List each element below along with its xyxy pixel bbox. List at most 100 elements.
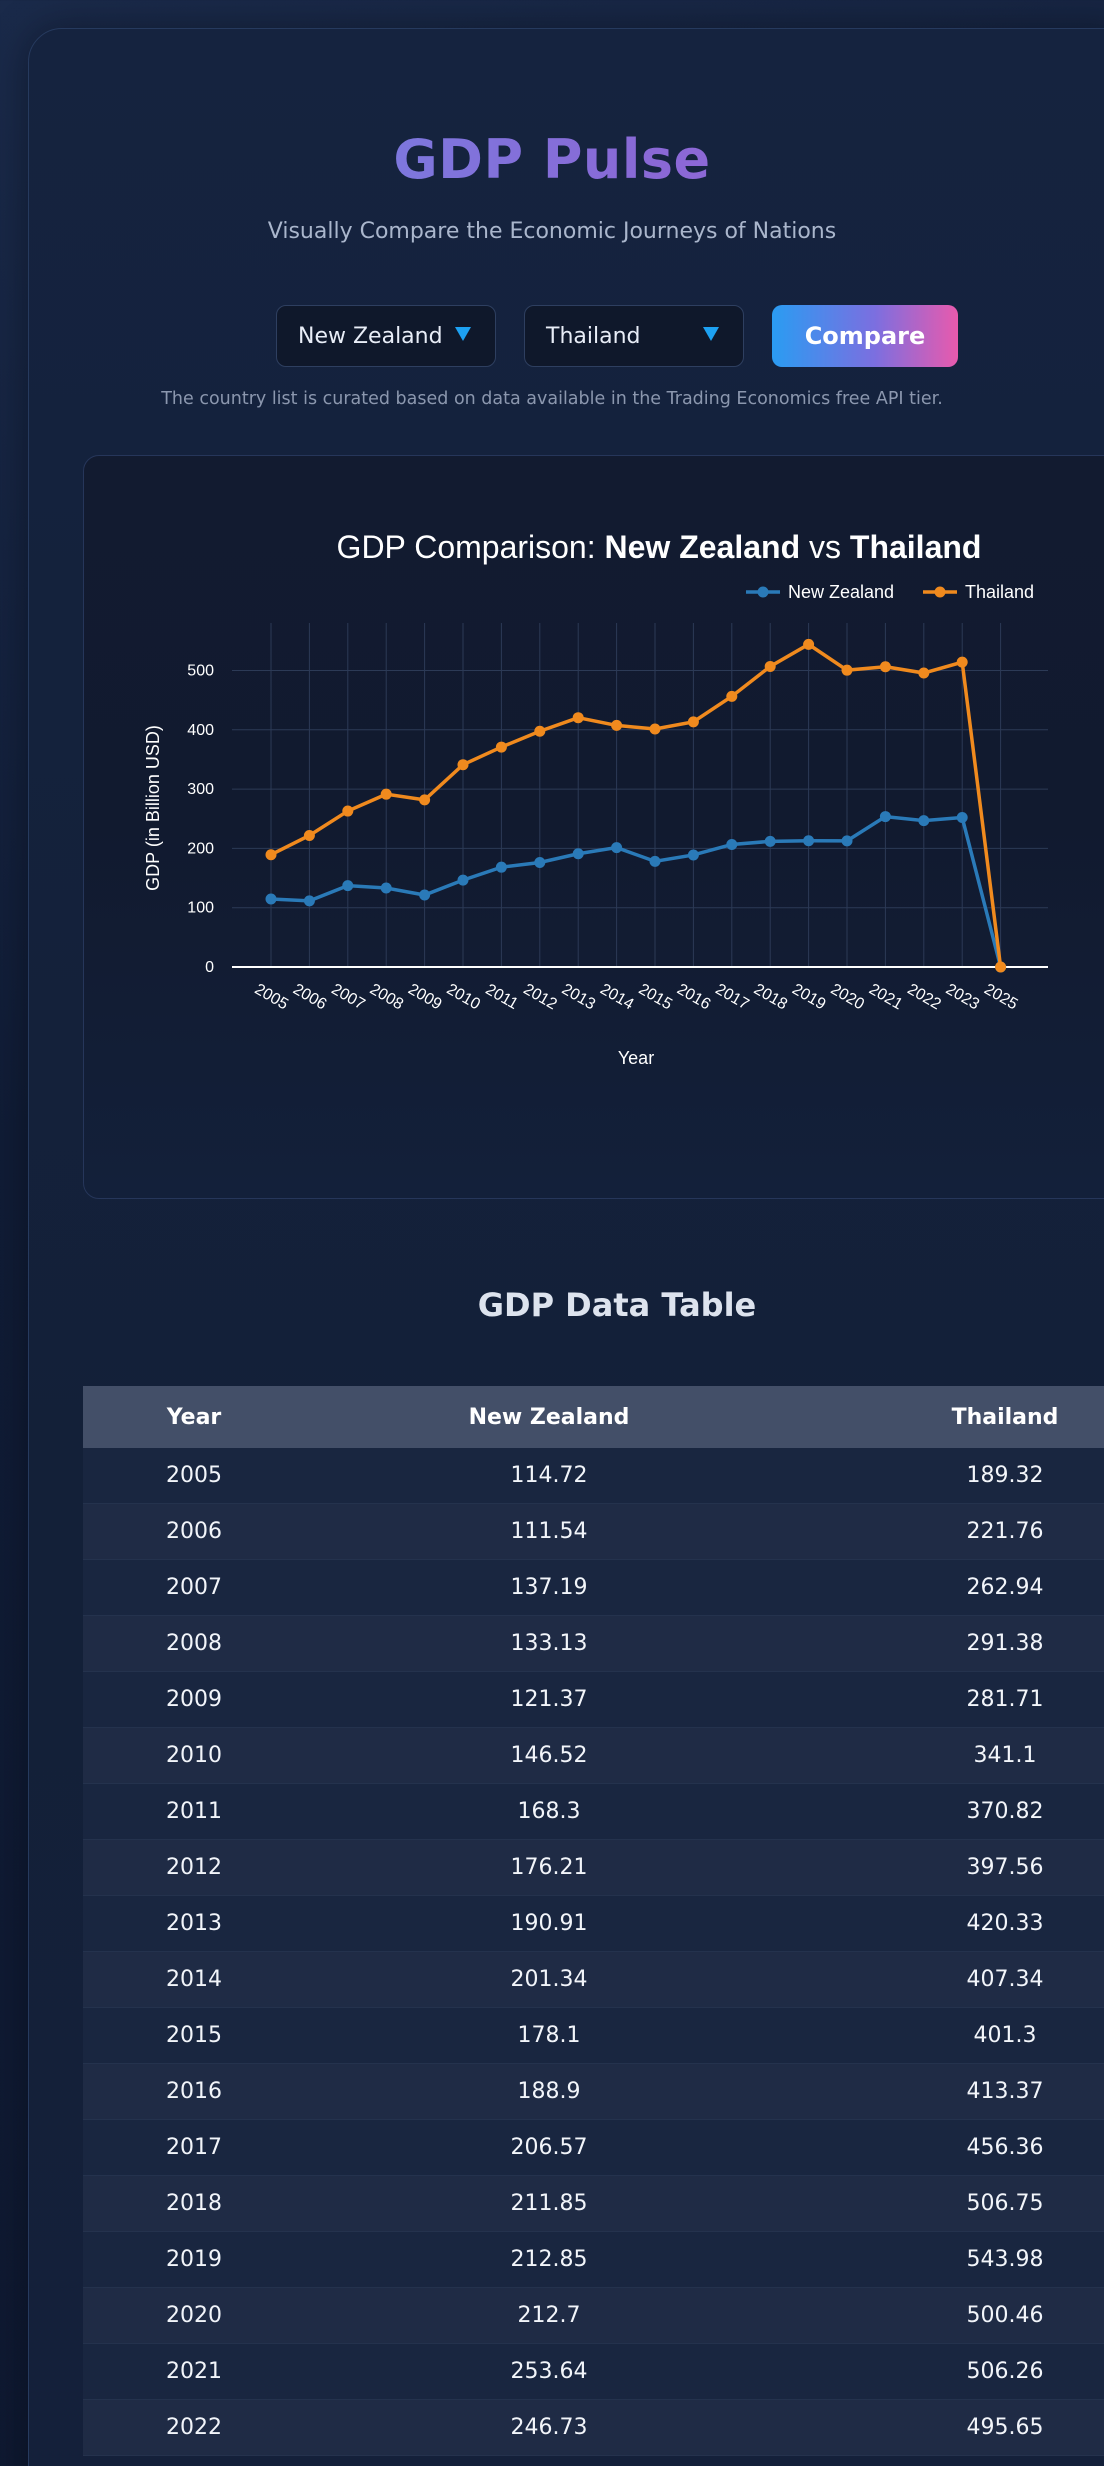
x-tick-label: 2014 <box>597 981 636 1014</box>
data-point <box>265 893 277 905</box>
data-point <box>495 741 507 753</box>
cell-year: 2007 <box>166 1575 222 1600</box>
cell-country1: 146.52 <box>510 1743 588 1768</box>
cell-country2: 543.98 <box>966 2247 1044 2272</box>
cell-country2: 221.76 <box>966 1519 1044 1544</box>
x-tick-label: 2020 <box>828 981 867 1014</box>
table-row: 2015 178.1 401.3 <box>83 2008 1104 2064</box>
x-tick-label: 2025 <box>981 981 1020 1014</box>
cell-country1: 253.64 <box>510 2359 588 2384</box>
chart-title-part: Thailand <box>850 529 982 565</box>
cell-year: 2008 <box>166 1631 222 1656</box>
table-row: 2014 201.34 407.34 <box>83 1952 1104 2008</box>
cell-country1: 246.73 <box>510 2415 588 2440</box>
y-tick-label: 400 <box>187 722 214 739</box>
y-tick-label: 300 <box>187 781 214 798</box>
country1-select[interactable]: New Zealand <box>276 305 496 367</box>
app-title: GDP Pulse <box>0 128 1104 191</box>
cell-country2: 506.26 <box>966 2359 1044 2384</box>
cell-year: 2005 <box>166 1463 222 1488</box>
x-tick-label: 2006 <box>290 981 329 1014</box>
table-row: 2007 137.19 262.94 <box>83 1560 1104 1616</box>
series-line-1 <box>270 814 1003 968</box>
cell-country2: 397.56 <box>966 1855 1044 1880</box>
cell-year: 2019 <box>166 2247 222 2272</box>
cell-country1: 206.57 <box>510 2135 588 2160</box>
cell-year: 2009 <box>166 1687 222 1712</box>
cell-country2: 370.82 <box>966 1799 1044 1824</box>
cell-country2: 281.71 <box>966 1687 1044 1712</box>
legend-swatch-marker <box>934 586 946 598</box>
table-row: 2021 253.64 506.26 <box>83 2344 1104 2400</box>
cell-country2: 189.32 <box>966 1463 1044 1488</box>
x-tick-label: 2022 <box>904 981 943 1014</box>
country2-select[interactable]: Thailand <box>524 305 744 367</box>
data-point <box>726 838 738 850</box>
cell-year: 2014 <box>166 1967 222 1992</box>
cell-country2: 407.34 <box>966 1967 1044 1992</box>
cell-country1: 168.3 <box>517 1799 581 1824</box>
cell-year: 2017 <box>166 2135 222 2160</box>
data-point <box>995 961 1007 973</box>
cell-year: 2015 <box>166 2023 222 2048</box>
cell-country2: 500.46 <box>966 2303 1044 2328</box>
legend-swatch-marker <box>757 586 769 598</box>
chevron-down-icon <box>703 327 719 341</box>
cell-country1: 137.19 <box>510 1575 588 1600</box>
data-point <box>841 835 853 847</box>
header-country2: Thailand <box>951 1404 1059 1430</box>
cell-year: 2012 <box>166 1855 222 1880</box>
table-row: 2019 212.85 543.98 <box>83 2232 1104 2288</box>
y-axis-label: GDP (in Billion USD) <box>143 725 163 891</box>
chevron-down-icon <box>455 327 471 341</box>
table-row: 2017 206.57 456.36 <box>83 2120 1104 2176</box>
cell-country1: 176.21 <box>510 1855 588 1880</box>
data-point <box>803 835 815 847</box>
data-point <box>419 794 431 806</box>
legend-label: New Zealand <box>788 582 894 602</box>
legend-label: Thailand <box>965 582 1034 602</box>
data-point <box>457 759 469 771</box>
data-point <box>687 849 699 861</box>
data-point <box>342 805 354 817</box>
x-tick-label: 2015 <box>636 981 675 1014</box>
data-point <box>495 861 507 873</box>
chart-panel: 0 100 200 300 400 500 2005 2006 2007 2008 2009 2010… <box>83 455 1104 1199</box>
cell-country1: 133.13 <box>510 1631 588 1656</box>
country-list-note: The country list is curated based on dat… <box>161 389 943 409</box>
data-point <box>956 812 968 824</box>
x-tick-label: 2016 <box>674 981 713 1014</box>
data-point <box>265 849 277 861</box>
cell-country2: 291.38 <box>966 1631 1044 1656</box>
y-tick-label: 0 <box>205 959 214 976</box>
data-point <box>764 835 776 847</box>
cell-year: 2011 <box>166 1799 222 1824</box>
compare-button[interactable]: Compare <box>772 305 958 367</box>
cell-country1: 111.54 <box>510 1519 588 1544</box>
data-point <box>649 855 661 867</box>
x-tick-label: 2013 <box>559 981 598 1014</box>
header-country1: New Zealand <box>468 1404 630 1430</box>
data-point <box>534 856 546 868</box>
chart-title-part: vs <box>800 529 850 565</box>
table-row: 2018 211.85 506.75 <box>83 2176 1104 2232</box>
cell-year: 2010 <box>166 1743 222 1768</box>
data-point <box>457 874 469 886</box>
cell-country1: 114.72 <box>510 1463 588 1488</box>
data-point <box>572 712 584 724</box>
x-tick-label: 2023 <box>943 981 982 1014</box>
table-title: GDP Data Table <box>477 1286 757 1324</box>
x-tick-label: 2005 <box>252 981 291 1014</box>
cell-year: 2020 <box>166 2303 222 2328</box>
table-row: 2016 188.9 413.37 <box>83 2064 1104 2120</box>
cell-year: 2013 <box>166 1911 222 1936</box>
table-row: 2008 133.13 291.38 <box>83 1616 1104 1672</box>
x-tick-label: 2021 <box>866 981 905 1014</box>
data-point <box>918 815 930 827</box>
cell-year: 2018 <box>166 2191 222 2216</box>
x-tick-label: 2012 <box>520 981 559 1014</box>
cell-country1: 211.85 <box>510 2191 588 2216</box>
y-tick-label: 200 <box>187 840 214 857</box>
cell-country2: 420.33 <box>966 1911 1044 1936</box>
cell-country2: 506.75 <box>966 2191 1044 2216</box>
